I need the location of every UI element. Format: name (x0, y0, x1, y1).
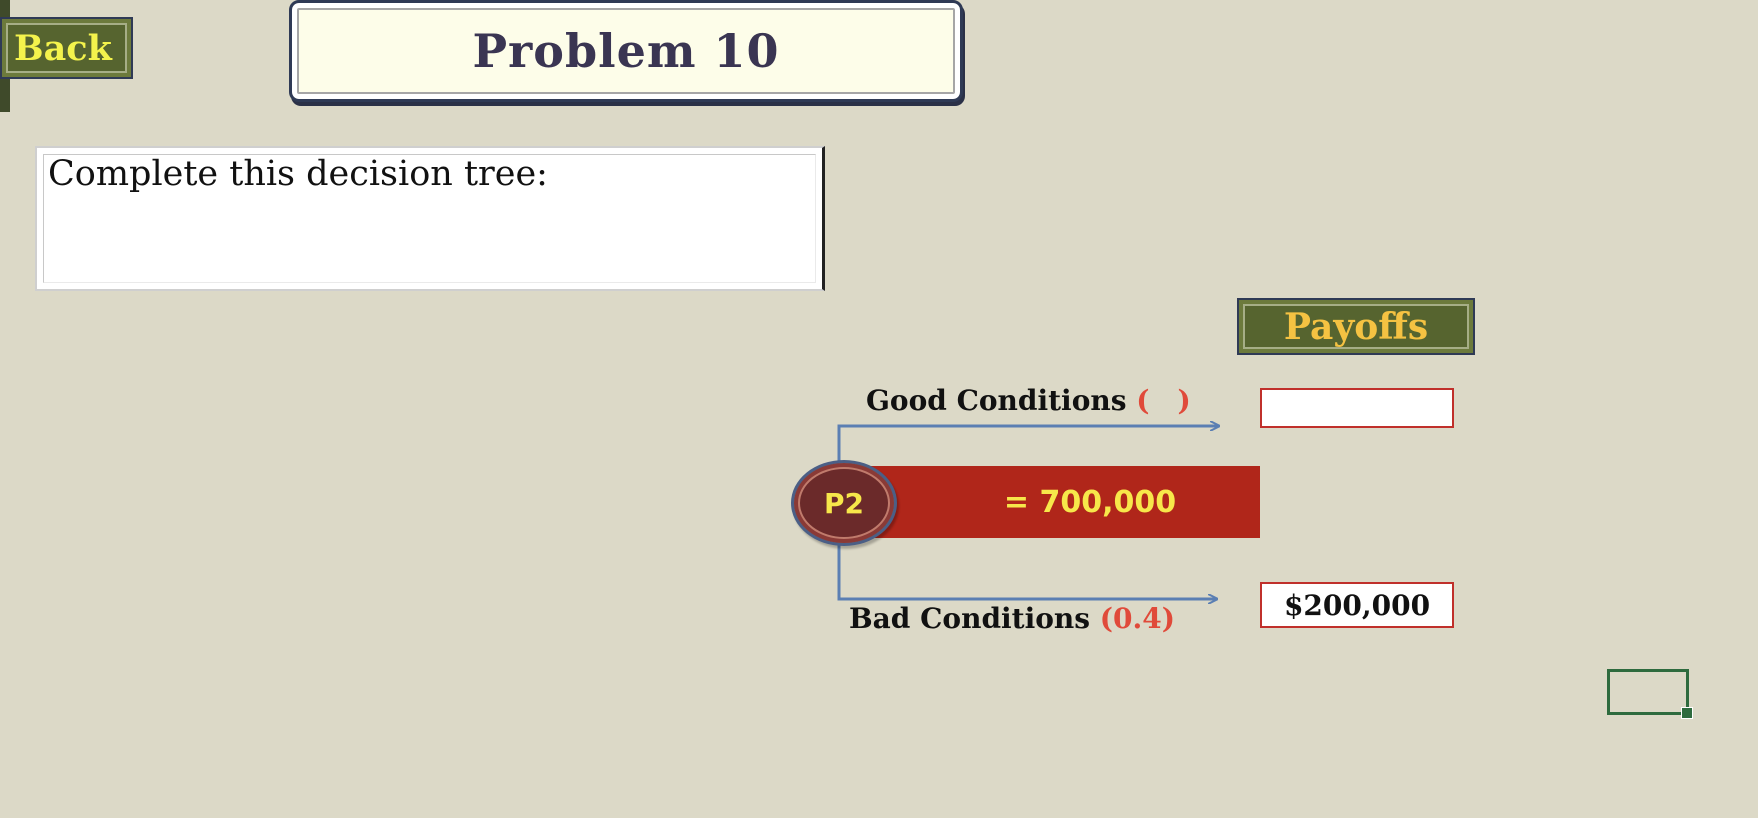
bad-conditions-probability: (0.4) (1099, 602, 1176, 635)
fill-handle[interactable] (1681, 707, 1693, 719)
bad-conditions-text: Bad Conditions (849, 602, 1091, 635)
good-conditions-text: Good Conditions (866, 384, 1127, 417)
good-conditions-payoff-input[interactable] (1260, 388, 1454, 428)
cell-selection-box[interactable] (1607, 669, 1693, 719)
good-conditions-prob-close: ) (1177, 384, 1191, 417)
bad-conditions-payoff-input[interactable] (1260, 582, 1454, 628)
bad-conditions-label: Bad Conditions (0.4) (849, 602, 1175, 635)
good-conditions-prob-open: ( (1136, 384, 1150, 417)
good-conditions-label: Good Conditions () (866, 384, 1191, 417)
expected-value-text: = 700,000 (1003, 484, 1177, 520)
chance-node-label: P2 (823, 486, 864, 520)
expected-value-bar: = 700,000 (860, 466, 1260, 538)
chance-node-p2[interactable]: P2 (791, 460, 897, 546)
